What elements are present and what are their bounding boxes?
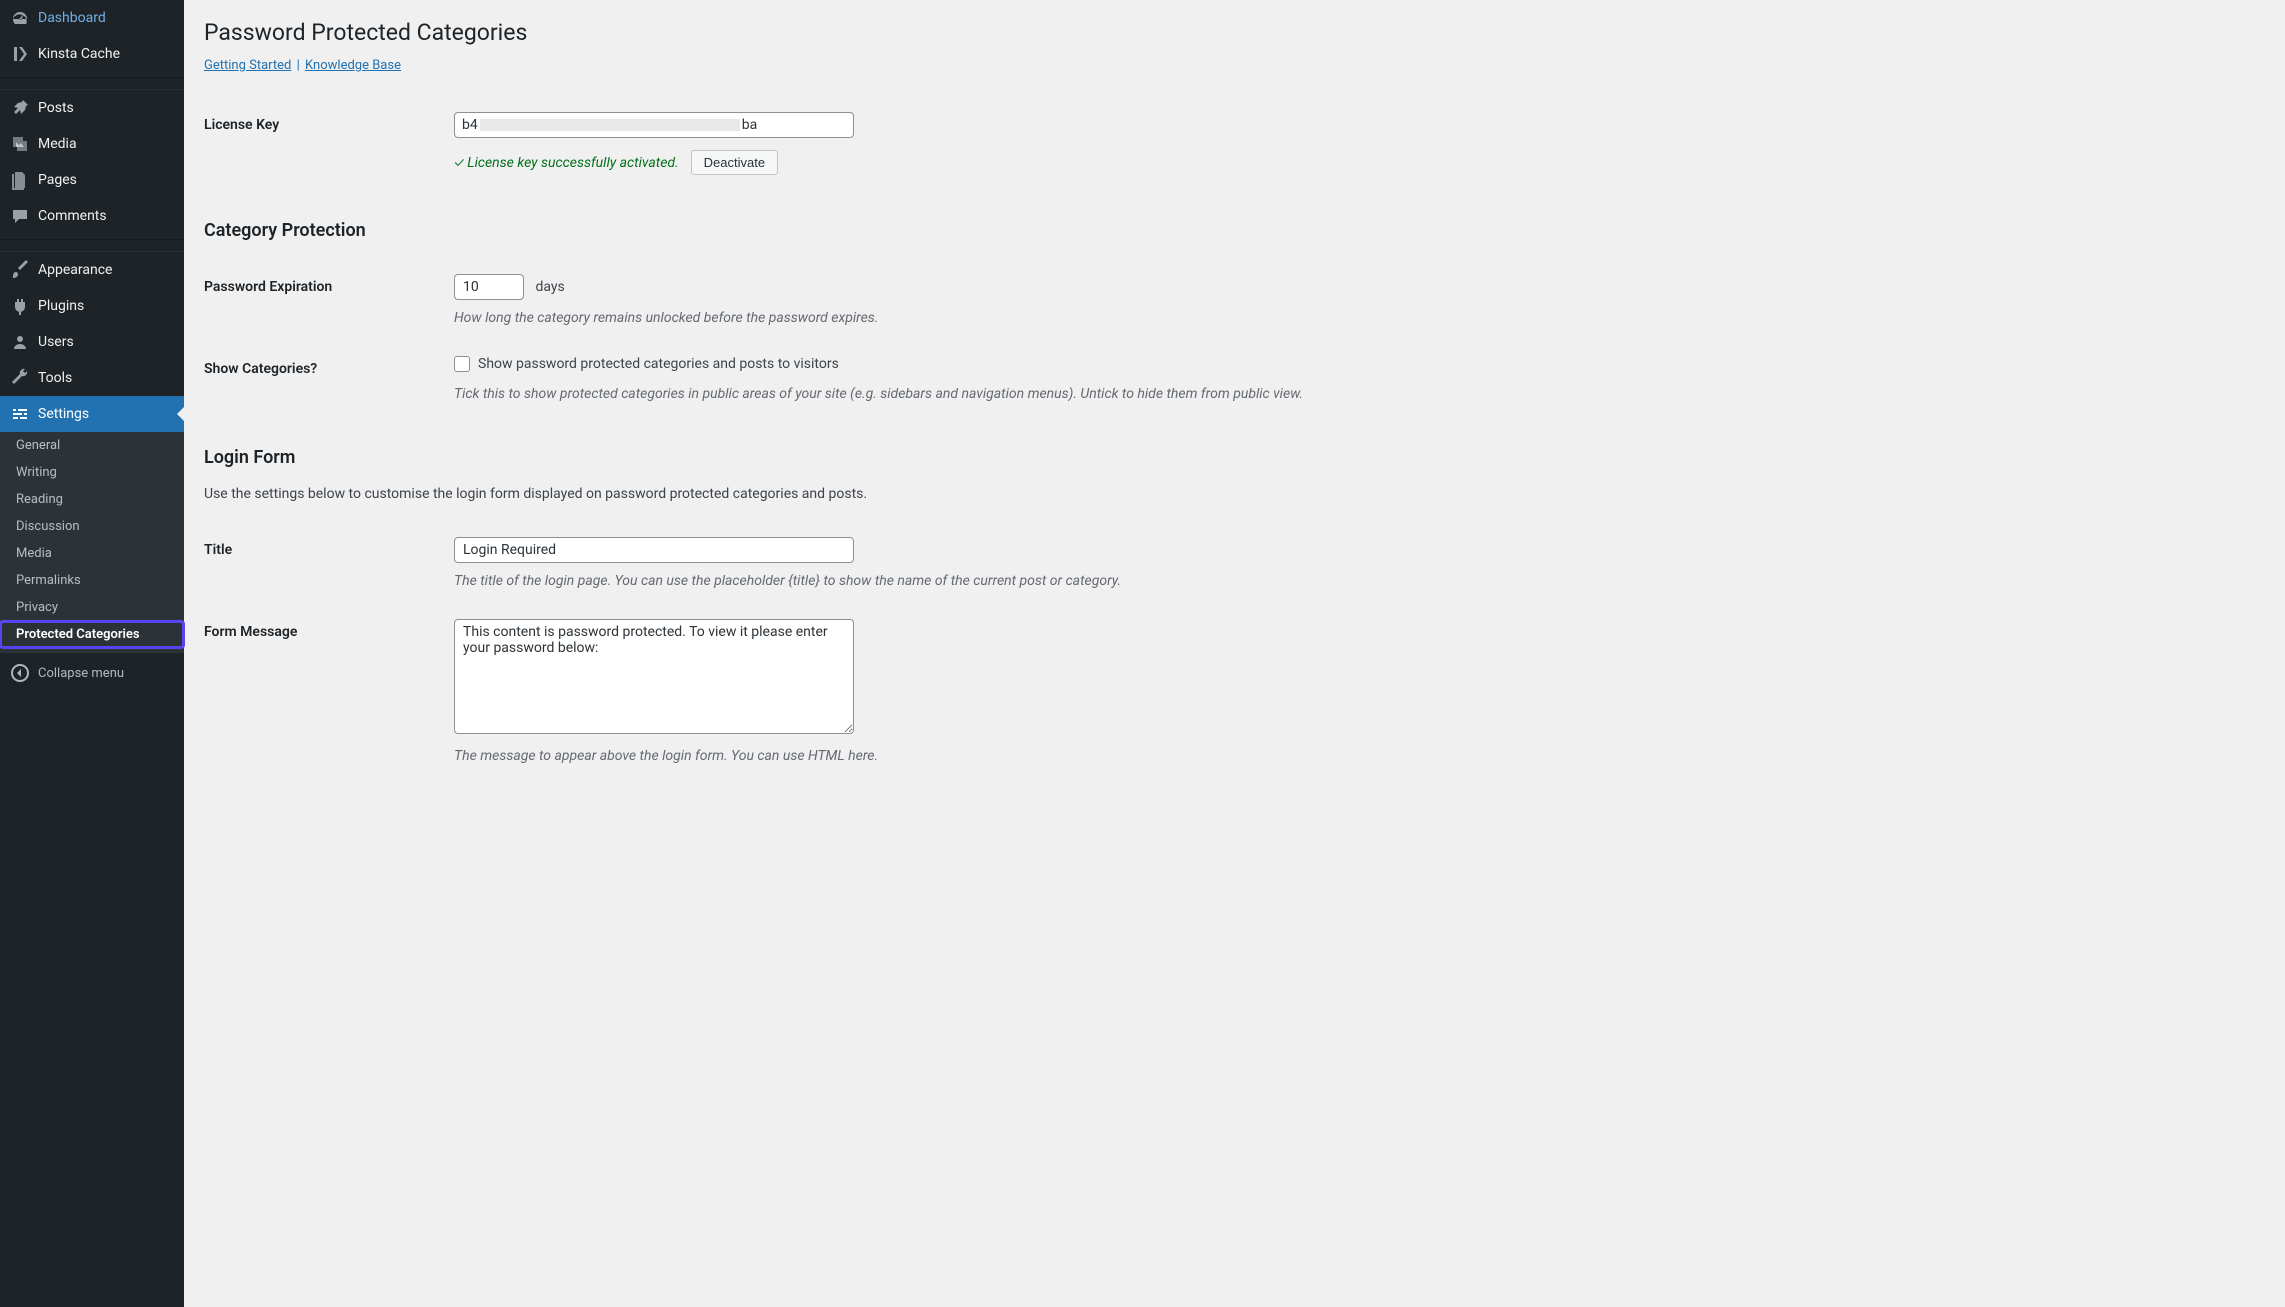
- submenu-permalinks[interactable]: Permalinks: [0, 567, 184, 594]
- submenu-media[interactable]: Media: [0, 540, 184, 567]
- password-expiration-input[interactable]: [454, 274, 524, 300]
- login-form-heading: Login Form: [204, 447, 2265, 468]
- sidebar-item-appearance[interactable]: Appearance: [0, 252, 184, 288]
- expiration-unit: days: [535, 279, 564, 295]
- collapse-icon: [8, 661, 32, 685]
- form-message-label: Form Message: [204, 604, 454, 779]
- submenu-discussion[interactable]: Discussion: [0, 513, 184, 540]
- comments-icon: [10, 206, 30, 226]
- plug-icon: [10, 296, 30, 316]
- login-title-input[interactable]: [454, 537, 854, 563]
- sidebar-item-tools[interactable]: Tools: [0, 360, 184, 396]
- expiration-description: How long the category remains unlocked b…: [454, 310, 2255, 326]
- show-categories-description: Tick this to show protected categories i…: [454, 386, 2255, 402]
- submenu-reading[interactable]: Reading: [0, 486, 184, 513]
- form-message-description: The message to appear above the login fo…: [454, 748, 2255, 764]
- dashboard-icon: [10, 8, 30, 28]
- wrench-icon: [10, 368, 30, 388]
- menu-separator: [0, 239, 184, 252]
- sidebar-item-posts[interactable]: Posts: [0, 90, 184, 126]
- sidebar-item-label: Kinsta Cache: [38, 46, 120, 62]
- sidebar-item-dashboard[interactable]: Dashboard: [0, 0, 184, 36]
- sidebar-item-settings[interactable]: Settings: [0, 396, 184, 432]
- main-content: Password Protected Categories Getting St…: [184, 0, 2285, 1307]
- submenu-writing[interactable]: Writing: [0, 459, 184, 486]
- form-message-textarea[interactable]: [454, 619, 854, 734]
- sidebar-item-label: Appearance: [38, 262, 112, 278]
- submenu-general[interactable]: General: [0, 432, 184, 459]
- sidebar-item-label: Tools: [38, 370, 72, 386]
- show-categories-checkbox[interactable]: [454, 356, 470, 372]
- show-categories-label: Show Categories?: [204, 341, 454, 417]
- license-key-input[interactable]: [454, 112, 854, 138]
- sidebar-item-users[interactable]: Users: [0, 324, 184, 360]
- sidebar-item-media[interactable]: Media: [0, 126, 184, 162]
- submenu-privacy[interactable]: Privacy: [0, 594, 184, 621]
- admin-sidebar: Dashboard Kinsta Cache Posts Media Pages…: [0, 0, 184, 1307]
- settings-submenu: General Writing Reading Discussion Media…: [0, 432, 184, 653]
- collapse-menu-button[interactable]: Collapse menu: [0, 653, 184, 693]
- deactivate-button[interactable]: Deactivate: [691, 150, 778, 175]
- license-key-label: License Key: [204, 97, 454, 190]
- sidebar-item-label: Settings: [38, 406, 89, 422]
- link-getting-started[interactable]: Getting Started: [204, 58, 291, 73]
- sidebar-item-label: Dashboard: [38, 10, 106, 26]
- login-form-intro: Use the settings below to customise the …: [204, 486, 2265, 502]
- page-title: Password Protected Categories: [204, 10, 2265, 50]
- category-protection-heading: Category Protection: [204, 220, 2265, 241]
- link-separator: |: [295, 58, 302, 73]
- login-title-description: The title of the login page. You can use…: [454, 573, 2255, 589]
- sidebar-item-label: Media: [38, 136, 77, 152]
- link-knowledge-base[interactable]: Knowledge Base: [305, 58, 401, 73]
- sidebar-item-pages[interactable]: Pages: [0, 162, 184, 198]
- submenu-protected-categories[interactable]: Protected Categories: [0, 621, 184, 648]
- menu-separator: [0, 77, 184, 90]
- show-categories-checkbox-wrapper[interactable]: Show password protected categories and p…: [454, 356, 839, 372]
- sidebar-item-label: Posts: [38, 100, 74, 116]
- brush-icon: [10, 260, 30, 280]
- collapse-label: Collapse menu: [38, 666, 124, 681]
- user-icon: [10, 332, 30, 352]
- media-icon: [10, 134, 30, 154]
- pin-icon: [10, 98, 30, 118]
- sidebar-item-kinsta-cache[interactable]: Kinsta Cache: [0, 36, 184, 72]
- sidebar-item-label: Users: [38, 334, 74, 350]
- pages-icon: [10, 170, 30, 190]
- sidebar-item-label: Pages: [38, 172, 77, 188]
- sidebar-item-label: Plugins: [38, 298, 84, 314]
- show-categories-checkbox-label: Show password protected categories and p…: [478, 356, 839, 372]
- login-title-label: Title: [204, 522, 454, 604]
- sidebar-item-label: Comments: [38, 208, 107, 224]
- sliders-icon: [10, 404, 30, 424]
- kinsta-icon: [10, 44, 30, 64]
- header-links: Getting Started | Knowledge Base: [204, 58, 2265, 73]
- password-expiration-label: Password Expiration: [204, 259, 454, 341]
- license-status-text: ✓ License key successfully activated.: [454, 154, 679, 171]
- sidebar-item-comments[interactable]: Comments: [0, 198, 184, 234]
- sidebar-item-plugins[interactable]: Plugins: [0, 288, 184, 324]
